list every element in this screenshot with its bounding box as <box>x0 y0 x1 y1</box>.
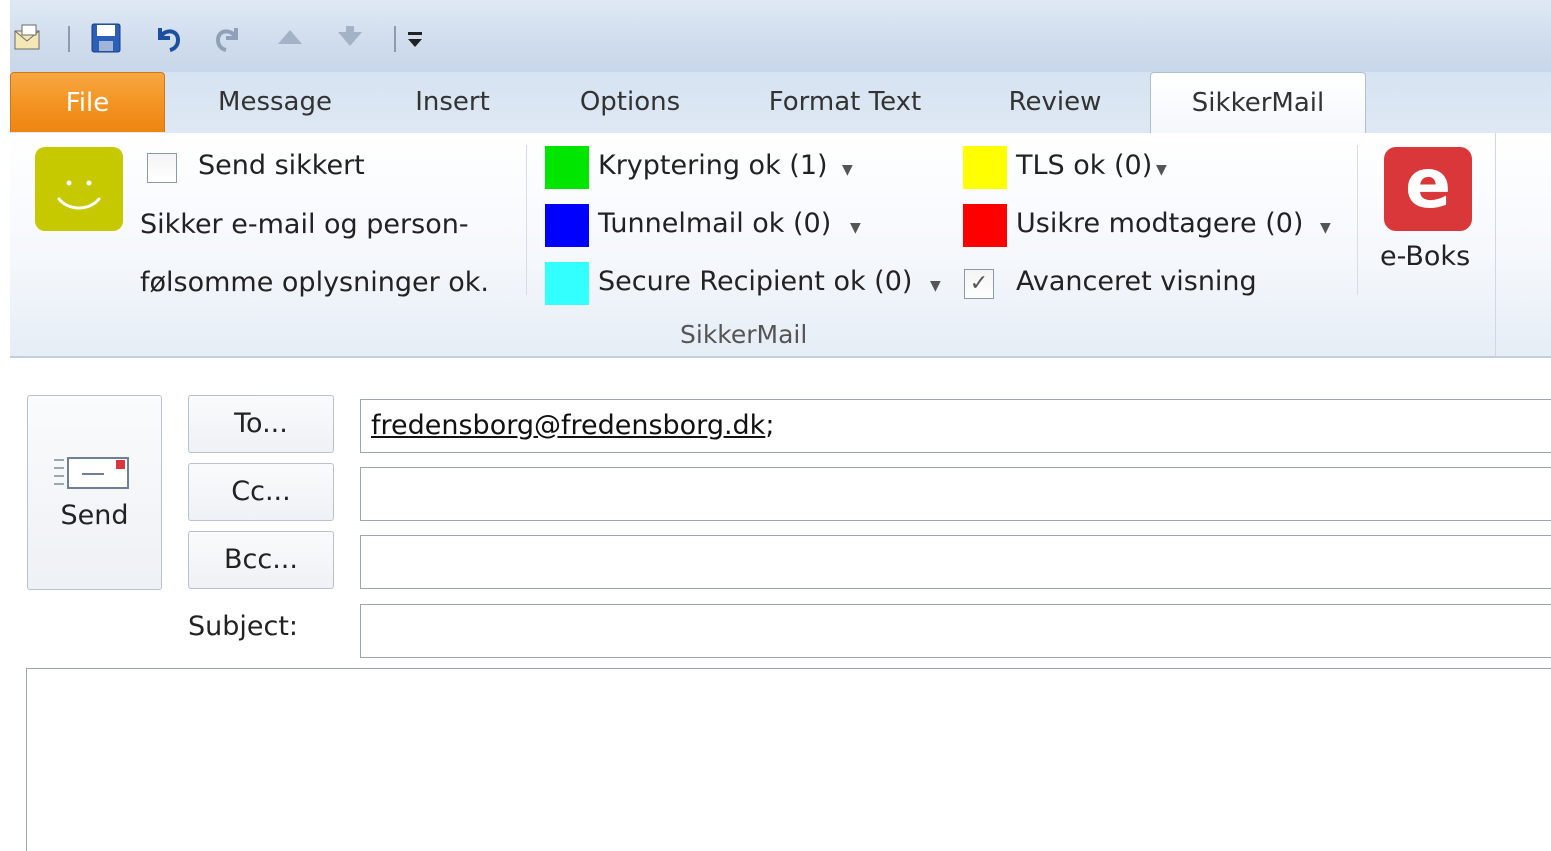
status-text-line1: Sikker e-mail og person- <box>140 209 469 240</box>
group-label: SikkerMail <box>680 320 808 349</box>
to-separator: ; <box>765 410 775 441</box>
send-button[interactable]: Send <box>27 395 162 590</box>
down-arrow-icon[interactable] <box>334 22 366 54</box>
mail-icon[interactable] <box>12 22 44 54</box>
to-field[interactable]: fredensborg@fredensborg.dk; <box>360 399 1551 453</box>
cc-field[interactable] <box>360 467 1551 521</box>
secure-recipient-color-swatch <box>545 262 589 305</box>
qat-separator <box>68 26 70 52</box>
tls-color-swatch <box>963 146 1007 189</box>
tunnelmail-status[interactable]: Tunnelmail ok (0) <box>598 208 831 239</box>
tls-dropdown-icon[interactable]: ▼ <box>1156 162 1167 178</box>
subject-field[interactable] <box>360 604 1551 658</box>
status-text-line2: følsomme oplysninger ok. <box>140 267 490 298</box>
advanced-view-label: Avanceret visning <box>1016 266 1257 297</box>
send-secure-label: Send sikkert <box>198 150 365 181</box>
tab-sikkermail[interactable]: SikkerMail <box>1150 72 1366 134</box>
kryptering-color-swatch <box>545 146 589 189</box>
bcc-field[interactable] <box>360 535 1551 589</box>
redo-icon[interactable] <box>212 22 244 54</box>
qat-separator-2 <box>394 26 396 52</box>
subject-label: Subject: <box>188 611 299 642</box>
smiley-icon <box>35 147 123 231</box>
quick-access-toolbar <box>10 0 1551 74</box>
eboks-label[interactable]: e-Boks <box>1380 241 1470 272</box>
usikre-dropdown-icon[interactable]: ▼ <box>1320 220 1331 236</box>
usikre-color-swatch <box>963 204 1007 247</box>
undo-icon[interactable] <box>152 22 184 54</box>
tab-options[interactable]: Options <box>560 72 700 132</box>
tunnelmail-dropdown-icon[interactable]: ▼ <box>850 220 861 236</box>
kryptering-status[interactable]: Kryptering ok (1) <box>598 150 828 181</box>
ribbon-separator <box>526 145 527 295</box>
ribbon-tab-strip: File Message Insert Options Format Text … <box>10 72 1551 134</box>
secure-recipient-dropdown-icon[interactable]: ▼ <box>930 278 941 294</box>
tunnelmail-color-swatch <box>545 204 589 247</box>
tab-review[interactable]: Review <box>990 72 1120 132</box>
ribbon-separator-2 <box>1357 145 1358 295</box>
tab-message[interactable]: Message <box>205 72 345 132</box>
to-button[interactable]: To... <box>188 395 334 453</box>
compose-area: Send To... Cc... Bcc... Subject: fredens… <box>10 358 1551 851</box>
tls-status[interactable]: TLS ok (0) <box>1016 150 1152 181</box>
kryptering-dropdown-icon[interactable]: ▼ <box>842 162 853 178</box>
ribbon-sikkermail: Send sikkert Sikker e-mail og person- fø… <box>10 133 1551 358</box>
send-label: Send <box>60 500 129 531</box>
eboks-logo-icon[interactable]: e <box>1384 147 1472 231</box>
up-arrow-icon[interactable] <box>274 22 306 54</box>
cc-button[interactable]: Cc... <box>188 463 334 521</box>
tab-file[interactable]: File <box>10 72 165 132</box>
tab-format-text[interactable]: Format Text <box>750 72 940 132</box>
message-body-editor[interactable] <box>26 668 1551 851</box>
save-icon[interactable] <box>90 22 122 54</box>
usikre-status[interactable]: Usikre modtagere (0) <box>1016 208 1303 239</box>
send-secure-checkbox[interactable] <box>147 153 177 183</box>
to-recipient[interactable]: fredensborg@fredensborg.dk <box>371 410 765 441</box>
tab-insert[interactable]: Insert <box>395 72 510 132</box>
secure-recipient-status[interactable]: Secure Recipient ok (0) <box>598 266 912 297</box>
advanced-view-checkbox[interactable]: ✓ <box>964 269 994 299</box>
customize-icon[interactable] <box>402 22 434 54</box>
bcc-button[interactable]: Bcc... <box>188 531 334 589</box>
ribbon-right-edge <box>1495 133 1496 356</box>
send-envelope-icon <box>52 454 134 501</box>
